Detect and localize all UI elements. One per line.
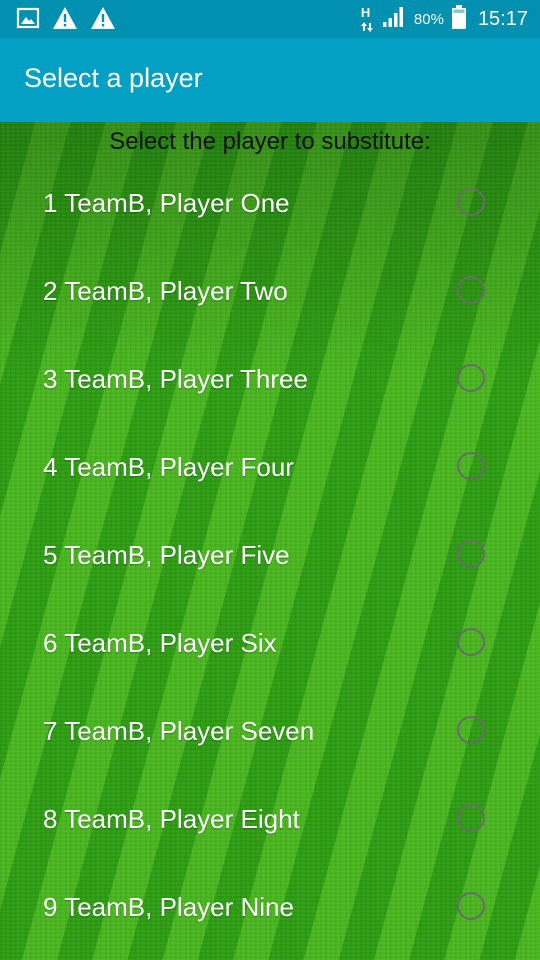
player-label: 4 TeamB, Player Four (43, 452, 294, 482)
warning-icon (90, 6, 116, 35)
player-label: 7 TeamB, Player Seven (43, 716, 315, 746)
radio-button[interactable] (457, 628, 485, 656)
battery-percent: 80% (413, 10, 444, 28)
status-bar: H 80% 15:17 (0, 0, 540, 38)
battery-icon (451, 4, 466, 34)
player-label: 2 TeamB, Player Two (43, 276, 288, 306)
radio-button[interactable] (457, 804, 485, 832)
network-type-icon: H (360, 5, 374, 33)
instruction-text: Select the player to substitute: (109, 128, 431, 155)
page-title: Select a player (24, 63, 203, 93)
player-list: 1 TeamB, Player One 2 TeamB, Player Two … (0, 160, 540, 952)
clock: 15:17 (477, 7, 528, 30)
player-label: 1 TeamB, Player One (43, 188, 290, 218)
player-label: 5 TeamB, Player Five (43, 540, 290, 570)
radio-button[interactable] (457, 892, 485, 920)
player-option-1[interactable]: 1 TeamB, Player One (0, 160, 540, 248)
radio-button[interactable] (457, 452, 485, 480)
image-icon (16, 6, 40, 35)
player-option-9[interactable]: 9 TeamB, Player Nine (0, 864, 540, 952)
player-label: 8 TeamB, Player Eight (43, 804, 300, 834)
player-option-2[interactable]: 2 TeamB, Player Two (0, 248, 540, 336)
radio-button[interactable] (457, 540, 485, 568)
system-status: H 80% 15:17 (360, 0, 528, 38)
radio-button[interactable] (457, 188, 485, 216)
player-label: 9 TeamB, Player Nine (43, 892, 294, 922)
app-bar: Select a player (0, 38, 540, 122)
player-option-7[interactable]: 7 TeamB, Player Seven (0, 688, 540, 776)
player-option-4[interactable]: 4 TeamB, Player Four (0, 424, 540, 512)
grass-background: Select the player to substitute: 1 TeamB… (0, 122, 540, 960)
radio-button[interactable] (457, 276, 485, 304)
signal-icon (382, 6, 406, 33)
warning-icon (52, 6, 78, 35)
player-option-5[interactable]: 5 TeamB, Player Five (0, 512, 540, 600)
radio-button[interactable] (457, 716, 485, 744)
player-label: 3 TeamB, Player Three (43, 364, 308, 394)
player-label: 6 TeamB, Player Six (43, 628, 277, 658)
radio-button[interactable] (457, 364, 485, 392)
player-option-8[interactable]: 8 TeamB, Player Eight (0, 776, 540, 864)
player-option-3[interactable]: 3 TeamB, Player Three (0, 336, 540, 424)
notification-icons (16, 6, 116, 35)
player-option-6[interactable]: 6 TeamB, Player Six (0, 600, 540, 688)
